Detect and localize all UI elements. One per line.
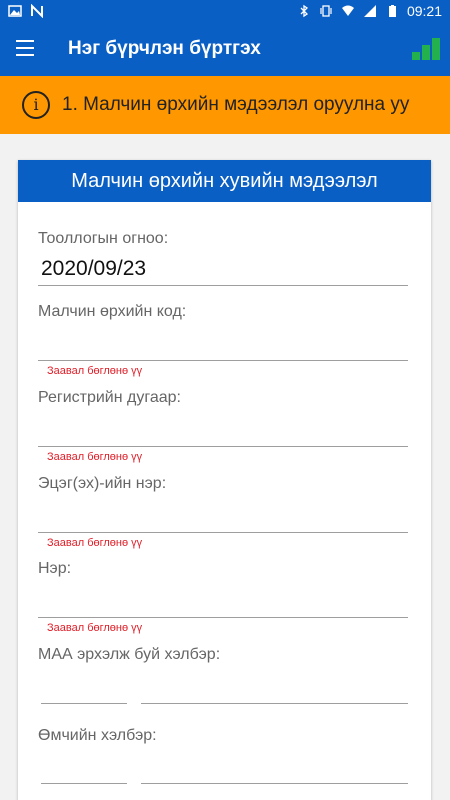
step-banner: i 1. Малчин өрхийн мэдээлэл оруулна уу: [0, 76, 450, 134]
info-icon: i: [22, 91, 50, 119]
livestock-form-select[interactable]: [141, 703, 408, 704]
registry-number-error: Заавал бөглөнө үү: [47, 451, 143, 463]
status-time: 09:21: [406, 3, 442, 19]
census-date-field[interactable]: 2020/09/23: [41, 257, 146, 281]
vibrate-icon: [320, 5, 332, 17]
battery-icon: [388, 5, 396, 17]
menu-icon[interactable]: [16, 40, 36, 60]
ownership-form-code-field[interactable]: [41, 783, 127, 784]
livestock-form-label: МАА эрхэлж буй хэлбэр:: [38, 646, 221, 663]
connection-status-icon[interactable]: [412, 36, 440, 60]
name-field[interactable]: [38, 617, 408, 618]
ownership-form-select[interactable]: [141, 783, 408, 784]
livestock-form-code-field[interactable]: [41, 703, 127, 704]
household-info-card: Малчин өрхийн хувийн мэдээлэл Тооллогын …: [18, 160, 431, 800]
page-title: Нэг бүрчлэн бүртгэх: [68, 38, 261, 59]
name-label: Нэр:: [38, 560, 72, 577]
n-app-icon: [31, 4, 43, 18]
household-code-field[interactable]: [38, 360, 408, 361]
ownership-form-label: Өмчийн хэлбэр:: [38, 727, 157, 744]
parent-name-field[interactable]: [38, 532, 408, 533]
wifi-icon: [341, 5, 354, 16]
image-icon: [8, 5, 22, 17]
step-banner-text: 1. Малчин өрхийн мэдээлэл оруулна уу: [62, 94, 410, 115]
census-date-underline: [38, 285, 408, 286]
registry-number-field[interactable]: [38, 446, 408, 447]
household-code-error: Заавал бөглөнө үү: [47, 365, 143, 377]
bluetooth-icon: [300, 4, 308, 18]
status-bar: 09:21: [0, 0, 450, 24]
registry-number-label: Регистрийн дугаар:: [38, 389, 181, 406]
name-error: Заавал бөглөнө үү: [47, 622, 143, 634]
parent-name-error: Заавал бөглөнө үү: [47, 537, 143, 549]
household-code-label: Малчин өрхийн код:: [38, 303, 187, 320]
census-date-label: Тооллогын огноо:: [38, 230, 169, 247]
app-bar: Нэг бүрчлэн бүртгэх: [0, 24, 450, 76]
card-title: Малчин өрхийн хувийн мэдээлэл: [18, 160, 431, 202]
cell-signal-icon: [363, 5, 376, 17]
parent-name-label: Эцэг(эх)-ийн нэр:: [38, 475, 167, 492]
